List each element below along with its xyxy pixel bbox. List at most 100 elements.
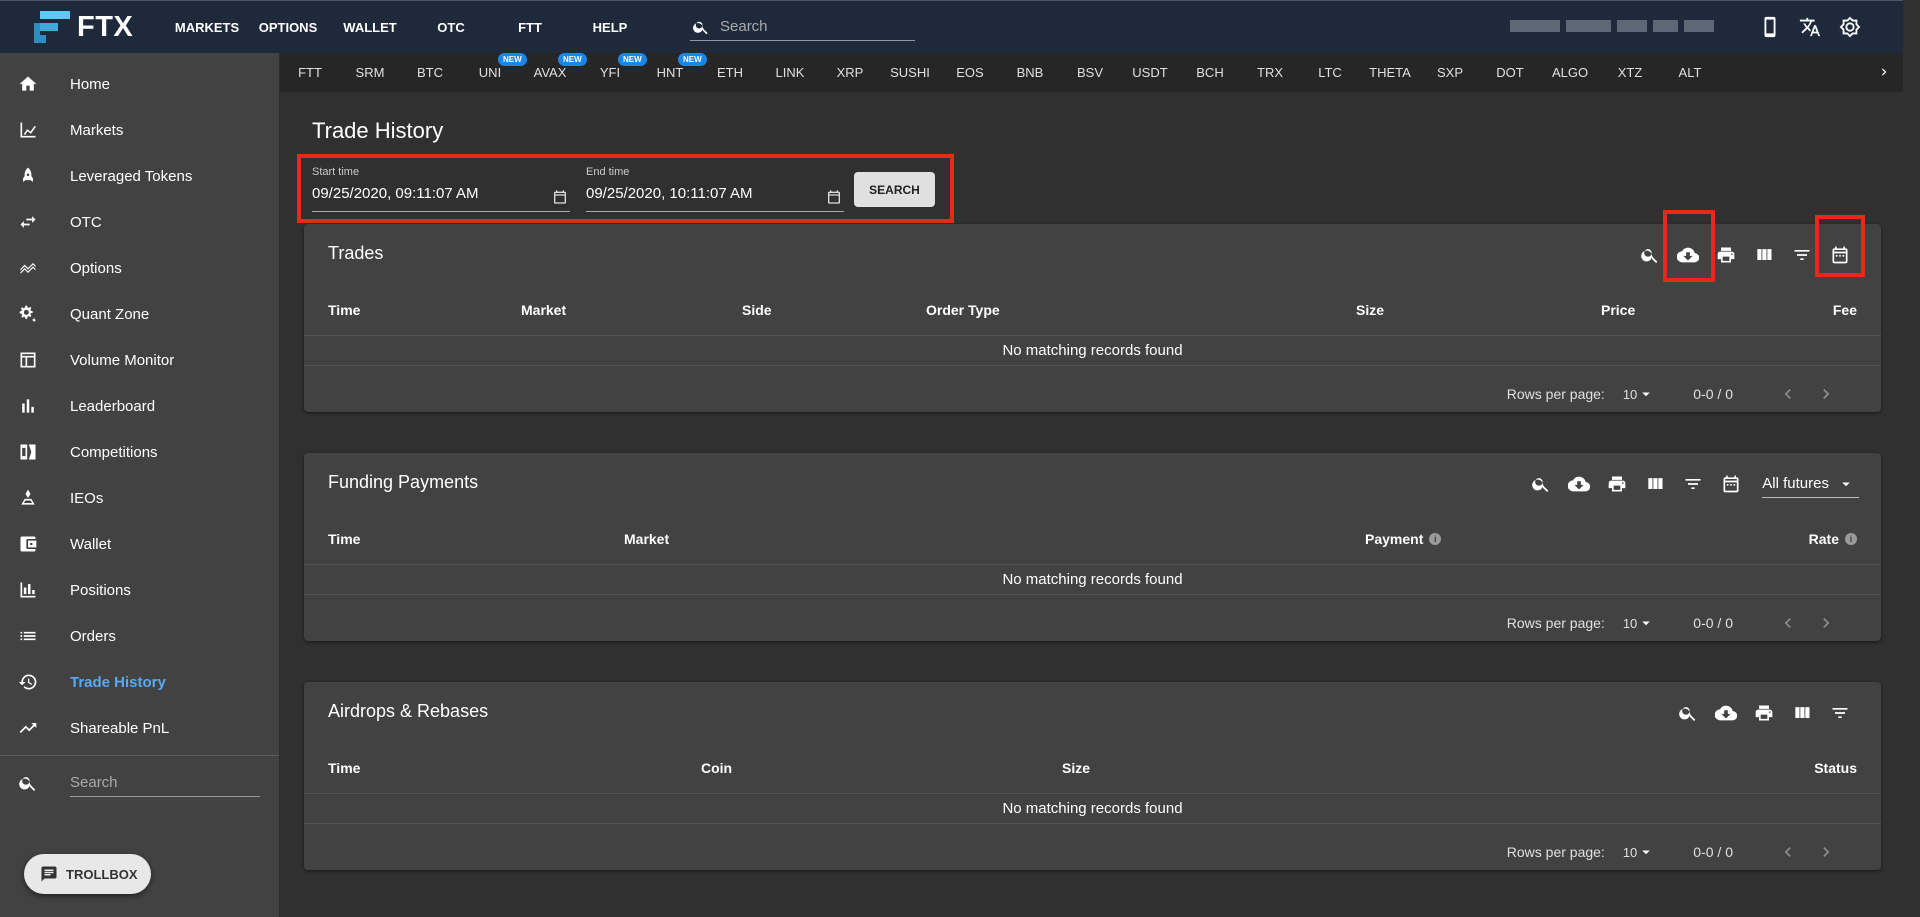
column-market[interactable]: Market — [624, 531, 669, 547]
start-time-field[interactable]: Start time 09/25/2020, 09:11:07 AM — [312, 166, 570, 212]
search-tool[interactable] — [1669, 694, 1707, 732]
ticker-item-eth[interactable]: ETH — [700, 65, 760, 80]
next-page-button[interactable] — [1807, 842, 1845, 862]
ticker-item-btc[interactable]: BTC — [400, 65, 460, 80]
column-time[interactable]: Time — [328, 302, 360, 318]
ticker-item-theta[interactable]: THETA — [1360, 65, 1420, 80]
start-time-value[interactable]: 09/25/2020, 09:11:07 AM — [312, 185, 570, 202]
column-time[interactable]: Time — [328, 531, 360, 547]
column-price[interactable]: Price — [1601, 302, 1635, 318]
prev-page-button[interactable] — [1769, 384, 1807, 404]
ticker-item-sushi[interactable]: SUSHI — [880, 65, 940, 80]
print-tool[interactable] — [1598, 465, 1636, 503]
translate-icon[interactable] — [1799, 16, 1821, 38]
sidebar-item-wallet[interactable]: Wallet — [0, 521, 279, 567]
ticker-item-trx[interactable]: TRX — [1240, 65, 1300, 80]
ticker-item-link[interactable]: LINK — [760, 65, 820, 80]
ticker-item-bnb[interactable]: BNB — [1000, 65, 1060, 80]
rows-per-page-select[interactable]: 10 — [1623, 843, 1655, 861]
nav-help[interactable]: HELP — [570, 20, 650, 35]
sidebar-item-orders[interactable]: Orders — [0, 613, 279, 659]
column-order-type[interactable]: Order Type — [926, 302, 1000, 318]
ticker-item-avax[interactable]: AVAX NEW — [520, 53, 587, 80]
brightness-icon[interactable] — [1839, 16, 1861, 38]
column-status[interactable]: Status — [1814, 760, 1857, 776]
prev-page-button[interactable] — [1769, 613, 1807, 633]
sidebar-item-markets[interactable]: Markets — [0, 107, 279, 153]
sidebar-item-leveraged-tokens[interactable]: Leveraged Tokens — [0, 153, 279, 199]
sidebar-item-positions[interactable]: Positions — [0, 567, 279, 613]
column-fee[interactable]: Fee — [1833, 302, 1857, 318]
ticker-item-ltc[interactable]: LTC — [1300, 65, 1360, 80]
nav-otc[interactable]: OTC — [412, 20, 490, 35]
sidebar-item-home[interactable]: Home — [0, 61, 279, 107]
end-time-value[interactable]: 09/25/2020, 10:11:07 AM — [586, 185, 844, 202]
ticker-item-ftt[interactable]: FTT — [280, 65, 340, 80]
ticker-item-sxp[interactable]: SXP — [1420, 65, 1480, 80]
info-icon[interactable]: i — [1845, 533, 1857, 545]
column-payment[interactable]: Payment i — [1365, 531, 1442, 547]
print-tool[interactable] — [1745, 694, 1783, 732]
column-side[interactable]: Side — [742, 302, 772, 318]
sidebar-item-shareable-pnl[interactable]: Shareable PnL — [0, 705, 279, 751]
ticker-item-xrp[interactable]: XRP — [820, 65, 880, 80]
columns-tool[interactable] — [1636, 465, 1674, 503]
next-page-button[interactable] — [1807, 384, 1845, 404]
sidebar-search[interactable]: Search — [0, 756, 279, 810]
ticker-item-bsv[interactable]: BSV — [1060, 65, 1120, 80]
ticker-item-dot[interactable]: DOT — [1480, 65, 1540, 80]
ticker-item-algo[interactable]: ALGO — [1540, 65, 1600, 80]
mobile-icon[interactable] — [1759, 16, 1781, 38]
ftx-logo[interactable]: FTX — [34, 11, 146, 44]
search-tool[interactable] — [1522, 465, 1560, 503]
sidebar-item-ieos[interactable]: IEOs — [0, 475, 279, 521]
calendar-icon[interactable] — [552, 189, 568, 205]
ticker-item-usdt[interactable]: USDT — [1120, 65, 1180, 80]
sidebar-item-options[interactable]: Options — [0, 245, 279, 291]
calendar-icon[interactable] — [826, 189, 842, 205]
trollbox-button[interactable]: TROLLBOX — [24, 854, 151, 894]
info-icon[interactable]: i — [1429, 533, 1442, 545]
sidebar-item-leaderboard[interactable]: Leaderboard — [0, 383, 279, 429]
columns-tool[interactable] — [1745, 236, 1783, 274]
nav-ftt[interactable]: FTT — [490, 20, 570, 35]
filter-tool[interactable] — [1821, 694, 1859, 732]
sidebar-item-quant-zone[interactable]: Quant Zone — [0, 291, 279, 337]
ticker-item-uni[interactable]: UNI NEW — [460, 53, 527, 80]
sidebar-item-competitions[interactable]: Competitions — [0, 429, 279, 475]
sidebar-search-input[interactable]: Search — [70, 769, 260, 797]
chevron-right-icon[interactable] — [1877, 65, 1891, 79]
ticker-item-alt[interactable]: ALT — [1660, 65, 1720, 80]
date-range-tool[interactable] — [1712, 465, 1750, 503]
futures-filter-select[interactable]: All futures — [1762, 470, 1859, 498]
nav-options[interactable]: OPTIONS — [248, 20, 328, 35]
rows-per-page-select[interactable]: 10 — [1623, 385, 1655, 403]
ticker-item-yfi[interactable]: YFI NEW — [580, 53, 647, 80]
columns-tool[interactable] — [1783, 694, 1821, 732]
ticker-item-bch[interactable]: BCH — [1180, 65, 1240, 80]
ticker-item-srm[interactable]: SRM — [340, 65, 400, 80]
ticker-item-hnt[interactable]: HNT NEW — [640, 53, 707, 80]
column-rate[interactable]: Rate i — [1809, 531, 1857, 547]
next-page-button[interactable] — [1807, 613, 1845, 633]
ticker-item-xtz[interactable]: XTZ — [1600, 65, 1660, 80]
search-button[interactable]: SEARCH — [854, 172, 935, 207]
filter-tool[interactable] — [1674, 465, 1712, 503]
download-tool[interactable] — [1560, 465, 1598, 503]
rows-per-page-select[interactable]: 10 — [1623, 614, 1655, 632]
sidebar-item-otc[interactable]: OTC — [0, 199, 279, 245]
nav-wallet[interactable]: WALLET — [328, 20, 412, 35]
end-time-field[interactable]: End time 09/25/2020, 10:11:07 AM — [586, 166, 844, 212]
download-tool[interactable] — [1707, 694, 1745, 732]
sidebar-item-trade-history[interactable]: Trade History — [0, 659, 279, 705]
column-market[interactable]: Market — [521, 302, 566, 318]
ticker-item-eos[interactable]: EOS — [940, 65, 1000, 80]
sidebar-item-volume-monitor[interactable]: Volume Monitor — [0, 337, 279, 383]
nav-markets[interactable]: MARKETS — [166, 20, 248, 35]
column-coin[interactable]: Coin — [701, 760, 732, 776]
column-size[interactable]: Size — [1356, 302, 1384, 318]
prev-page-button[interactable] — [1769, 842, 1807, 862]
top-search-input[interactable]: Search — [690, 13, 915, 41]
column-time[interactable]: Time — [328, 760, 360, 776]
column-size[interactable]: Size — [1062, 760, 1090, 776]
